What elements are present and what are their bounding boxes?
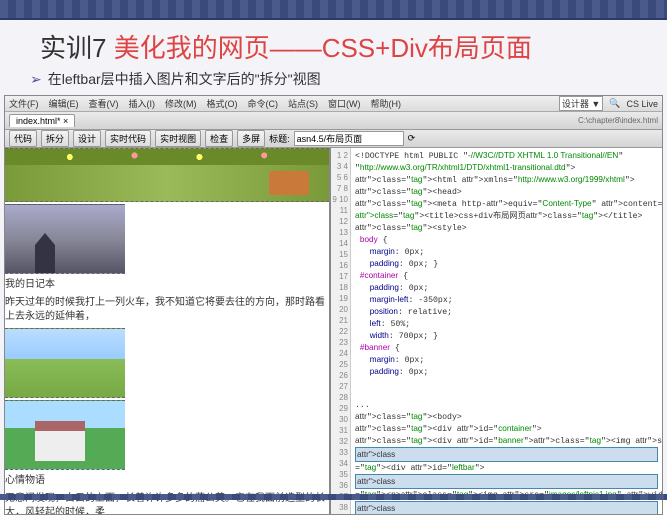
close-icon[interactable]: × — [63, 116, 68, 126]
document-toolbar: index.html* × C:\chapter8\index.html — [5, 112, 662, 130]
menu-view[interactable]: 查看(V) — [89, 97, 119, 110]
mood-title[interactable]: 心情物语 — [5, 472, 329, 490]
title-prefix: 实训7 — [40, 33, 114, 63]
diary-text[interactable]: 昨天过年的时候我打上一列火车，我不知道它将要去往的方向，那时路看上去永远的延伸着… — [5, 294, 329, 326]
code-editor[interactable]: <!DOCTYPE html PUBLIC "-//W3C//DTD XHTML… — [351, 148, 662, 514]
slide-bottom-border — [0, 494, 667, 500]
design-pane[interactable]: 我的日记本 昨天过年的时候我打上一列火车，我不知道它将要去往的方向，那时路看上去… — [5, 148, 331, 514]
leftpic2a-image[interactable] — [5, 328, 125, 398]
menu-help[interactable]: 帮助(H) — [371, 97, 402, 110]
code-view-button[interactable]: 代码 — [9, 130, 37, 147]
menu-edit[interactable]: 编辑(E) — [49, 97, 79, 110]
design-view-button[interactable]: 设计 — [73, 130, 101, 147]
bullet-text: 在leftbar层中插入图片和文字后的"拆分"视图 — [48, 71, 321, 87]
liveview-button[interactable]: 实时视图 — [155, 130, 201, 147]
bullet-arrow-icon: ➢ — [30, 71, 42, 87]
workspace-dropdown[interactable]: 设计器 ▼ — [559, 96, 603, 111]
document-tab[interactable]: index.html* × — [9, 114, 75, 127]
split-view-button[interactable]: 拆分 — [41, 130, 69, 147]
file-path: C:\chapter8\index.html — [578, 116, 658, 125]
slide-top-border — [0, 0, 667, 20]
banner-image[interactable] — [5, 148, 329, 202]
diary-title[interactable]: 我的日记本 — [5, 276, 329, 294]
code-pane[interactable]: 1 2 3 4 5 6 7 8 9 10 11 12 13 14 15 16 1… — [331, 148, 662, 514]
slide-title: 实训7 美化我的网页——CSS+Div布局页面 — [0, 20, 667, 67]
workspace: 我的日记本 昨天过年的时候我打上一列火车，我不知道它将要去往的方向，那时路看上去… — [5, 148, 662, 514]
menu-modify[interactable]: 修改(M) — [165, 97, 197, 110]
menu-file[interactable]: 文件(F) — [9, 97, 39, 110]
slide-bullet: ➢ 在leftbar层中插入图片和文字后的"拆分"视图 — [0, 67, 667, 95]
menu-command[interactable]: 命令(C) — [248, 97, 279, 110]
view-toolbar: 代码 拆分 设计 实时代码 实时视图 检查 多屏 标题: asn4.5/布局页面… — [5, 130, 662, 148]
line-gutter: 1 2 3 4 5 6 7 8 9 10 11 12 13 14 15 16 1… — [331, 148, 351, 514]
leftpic2b-image[interactable] — [5, 400, 125, 470]
leftpic1-image[interactable] — [5, 204, 125, 274]
inspect-button[interactable]: 检查 — [205, 130, 233, 147]
refresh-icon[interactable]: ⟳ — [408, 133, 416, 144]
title-field[interactable]: asn4.5/布局页面 — [294, 131, 404, 146]
title-label: 标题: — [269, 132, 290, 145]
dreamweaver-window: 文件(F) 编辑(E) 查看(V) 插入(I) 修改(M) 格式(O) 命令(C… — [4, 95, 663, 515]
menu-site[interactable]: 站点(S) — [288, 97, 318, 110]
menu-insert[interactable]: 插入(I) — [129, 97, 156, 110]
menu-format[interactable]: 格式(O) — [207, 97, 238, 110]
search-icon[interactable]: 🔍 — [609, 98, 620, 109]
menu-window[interactable]: 窗口(W) — [328, 97, 361, 110]
title-main: 美化我的网页——CSS+Div布局页面 — [114, 33, 532, 63]
menubar: 文件(F) 编辑(E) 查看(V) 插入(I) 修改(M) 格式(O) 命令(C… — [5, 96, 662, 112]
multiscreen-button[interactable]: 多屏 — [237, 130, 265, 147]
livecode-button[interactable]: 实时代码 — [105, 130, 151, 147]
cslive-button[interactable]: CS Live — [626, 99, 658, 109]
